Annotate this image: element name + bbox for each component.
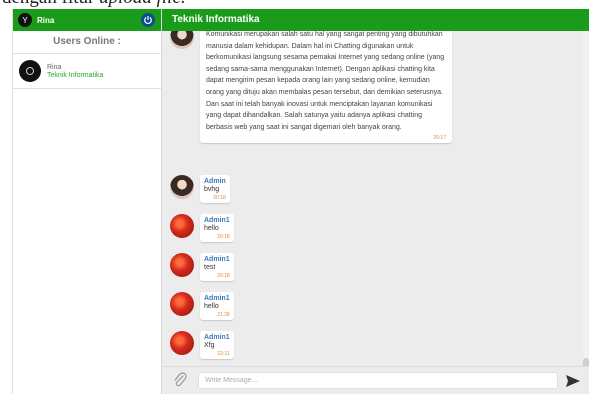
message-time: 20:18 — [217, 273, 230, 279]
message-input[interactable] — [198, 372, 558, 389]
sidebar: Y Rina Users Online : Rina Teknik Inform… — [12, 9, 162, 394]
current-user-avatar[interactable]: Y — [18, 13, 32, 27]
sender-name: Admin1 — [204, 256, 230, 263]
message-item: Admin1 hello 20:18 — [170, 214, 234, 242]
caption-text: dengan fitur — [2, 0, 99, 8]
message-text: test — [204, 264, 216, 271]
online-user-name: Rina — [47, 63, 62, 71]
message-long: Komunikasi merupakan salah satu hal yang… — [170, 31, 452, 144]
send-icon[interactable] — [565, 373, 581, 389]
message-list[interactable]: Komunikasi merupakan salah satu hal yang… — [162, 31, 583, 376]
message-item: Admin1 hello 21:28 — [170, 292, 234, 320]
message-time: 20:18 — [213, 195, 226, 201]
message-bubble: Admin1 Xfg 22:11 — [200, 331, 234, 359]
message-bubble: Admin1 test 20:18 — [200, 253, 234, 281]
chat-title: Teknik Informatika — [162, 9, 589, 31]
message-item: Admin1 Xfg 22:11 — [170, 331, 234, 359]
sidebar-header: Y Rina — [13, 9, 161, 31]
user-logo-icon — [26, 67, 34, 75]
current-user-name: Rina — [37, 15, 55, 25]
sender-avatar — [170, 292, 194, 316]
message-time: 20:17 — [433, 135, 446, 142]
message-text: hello — [204, 303, 219, 310]
message-bubble: Admin1 hello 21:28 — [200, 292, 234, 320]
message-composer — [162, 366, 589, 394]
sender-avatar — [170, 331, 194, 355]
logout-button[interactable] — [141, 13, 155, 27]
users-online-heading: Users Online : — [13, 31, 161, 54]
message-time: 20:18 — [217, 234, 230, 240]
sender-name: Admin1 — [204, 295, 230, 302]
message-bubble: Komunikasi merupakan salah satu hal yang… — [200, 31, 452, 144]
message-time: 21:28 — [217, 312, 230, 318]
message-text: Komunikasi merupakan salah satu hal yang… — [206, 31, 445, 131]
sender-avatar — [170, 31, 194, 49]
caption-italic: upload file. — [99, 0, 186, 8]
message-text: Xfg — [204, 342, 215, 349]
message-scrollbar[interactable] — [583, 31, 589, 376]
message-item: Admin bvhg 20:18 — [170, 175, 230, 203]
attach-file-icon[interactable] — [172, 372, 188, 388]
message-text: hello — [204, 225, 219, 232]
document-caption: dengan fitur upload file. — [0, 0, 589, 9]
online-user-item[interactable]: Rina Teknik Informatika — [13, 54, 161, 89]
message-item: Admin1 test 20:18 — [170, 253, 234, 281]
message-bubble: Admin bvhg 20:18 — [200, 175, 230, 203]
sender-avatar — [170, 214, 194, 238]
online-user-avatar — [19, 60, 41, 82]
message-time: 22:11 — [217, 351, 230, 357]
sender-name: Admin1 — [204, 334, 230, 341]
sender-avatar — [170, 253, 194, 277]
sender-avatar — [170, 175, 194, 199]
message-bubble: Admin1 hello 20:18 — [200, 214, 234, 242]
power-icon — [144, 16, 152, 24]
message-text: bvhg — [204, 186, 220, 193]
sender-name: Admin — [204, 178, 226, 185]
user-initial: Y — [22, 15, 28, 25]
online-user-subtitle: Teknik Informatika — [47, 71, 104, 79]
chat-panel: Teknik Informatika Komunikasi merupakan … — [162, 9, 589, 394]
sender-name: Admin1 — [204, 217, 230, 224]
